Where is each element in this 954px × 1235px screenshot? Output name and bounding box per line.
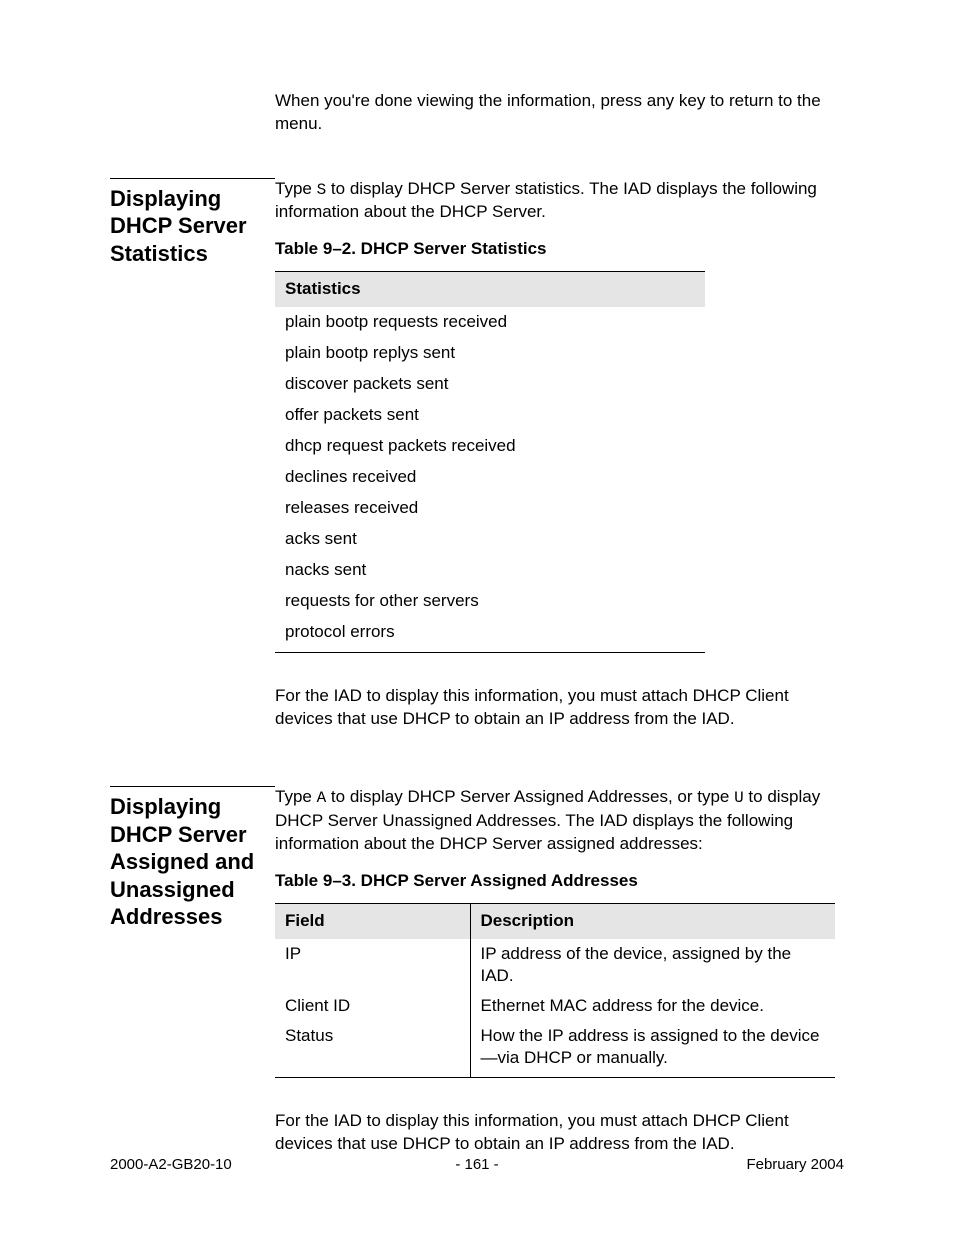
table-row: declines received — [275, 462, 705, 493]
table-cell: discover packets sent — [275, 369, 705, 400]
text-fragment: Type — [275, 179, 317, 198]
table-row: acks sent — [275, 524, 705, 555]
table-cell-desc: How the IP address is assigned to the de… — [470, 1021, 835, 1078]
table-row: protocol errors — [275, 617, 705, 652]
section2-para2: For the IAD to display this information,… — [275, 1110, 844, 1156]
text-fragment: to display DHCP Server statistics. The I… — [275, 179, 817, 222]
page-footer: 2000-A2-GB20-10 - 161 - February 2004 — [110, 1156, 844, 1173]
table-cell: requests for other servers — [275, 586, 705, 617]
table-cell: protocol errors — [275, 617, 705, 652]
table-header-field: Field — [275, 903, 470, 938]
key-s: S — [317, 181, 327, 199]
table-caption: Table 9–3. DHCP Server Assigned Addresse… — [275, 870, 844, 893]
table-cell: offer packets sent — [275, 400, 705, 431]
table-row: dhcp request packets received — [275, 431, 705, 462]
text-fragment: to display DHCP Server Assigned Addresse… — [326, 787, 734, 806]
text-fragment: Type — [275, 787, 317, 806]
table-cell-field: Status — [275, 1021, 470, 1078]
key-u: U — [734, 789, 744, 807]
table-row: plain bootp requests received — [275, 307, 705, 338]
section-heading-container: Displaying DHCP Server Assigned and Unas… — [110, 786, 275, 1170]
table-cell: plain bootp replys sent — [275, 338, 705, 369]
table-row: plain bootp replys sent — [275, 338, 705, 369]
table-cell-field: IP — [275, 939, 470, 991]
table-cell-field: Client ID — [275, 991, 470, 1021]
table-row: Client ID Ethernet MAC address for the d… — [275, 991, 835, 1021]
footer-doc-id: 2000-A2-GB20-10 — [110, 1156, 232, 1173]
section-heading: Displaying DHCP Server Assigned and Unas… — [110, 793, 275, 931]
dhcp-statistics-table: Statistics plain bootp requests received… — [275, 271, 705, 652]
table-cell-desc: IP address of the device, assigned by th… — [470, 939, 835, 991]
footer-date: February 2004 — [746, 1156, 844, 1173]
table-row: discover packets sent — [275, 369, 705, 400]
table-row: releases received — [275, 493, 705, 524]
key-a: A — [317, 789, 327, 807]
table-caption: Table 9–2. DHCP Server Statistics — [275, 238, 844, 261]
table-row: IP IP address of the device, assigned by… — [275, 939, 835, 991]
footer-page-number: - 161 - — [455, 1156, 498, 1173]
section-heading: Displaying DHCP Server Sta­tistics — [110, 185, 275, 268]
table-cell-desc: Ethernet MAC address for the device. — [470, 991, 835, 1021]
table-row: Status How the IP address is assigned to… — [275, 1021, 835, 1078]
dhcp-assigned-table: Field Description IP IP address of the d… — [275, 903, 835, 1078]
table-header-description: Description — [470, 903, 835, 938]
section-body: Type S to display DHCP Server statistics… — [275, 178, 844, 745]
table-cell: releases received — [275, 493, 705, 524]
page-content: When you're done viewing the information… — [0, 0, 954, 1170]
table-header: Statistics — [275, 272, 705, 307]
intro-paragraph: When you're done viewing the information… — [275, 90, 844, 136]
table-row: nacks sent — [275, 555, 705, 586]
table-row: requests for other servers — [275, 586, 705, 617]
section1-para2: For the IAD to display this information,… — [275, 685, 844, 731]
section-heading-container: Displaying DHCP Server Sta­tistics — [110, 178, 275, 745]
table-cell: nacks sent — [275, 555, 705, 586]
section2-para1: Type A to display DHCP Server Assigned A… — [275, 786, 844, 855]
section-body: Type A to display DHCP Server Assigned A… — [275, 786, 844, 1170]
section-dhcp-addresses: Displaying DHCP Server Assigned and Unas… — [110, 786, 844, 1170]
table-cell: declines received — [275, 462, 705, 493]
table-row: offer packets sent — [275, 400, 705, 431]
stats-table-body: plain bootp requests received plain boot… — [275, 307, 705, 652]
table-cell: dhcp request packets received — [275, 431, 705, 462]
table-cell: plain bootp requests received — [275, 307, 705, 338]
table-cell: acks sent — [275, 524, 705, 555]
section1-para1: Type S to display DHCP Server statistics… — [275, 178, 844, 225]
section-dhcp-statistics: Displaying DHCP Server Sta­tistics Type … — [110, 178, 844, 745]
assigned-table-body: IP IP address of the device, assigned by… — [275, 939, 835, 1078]
